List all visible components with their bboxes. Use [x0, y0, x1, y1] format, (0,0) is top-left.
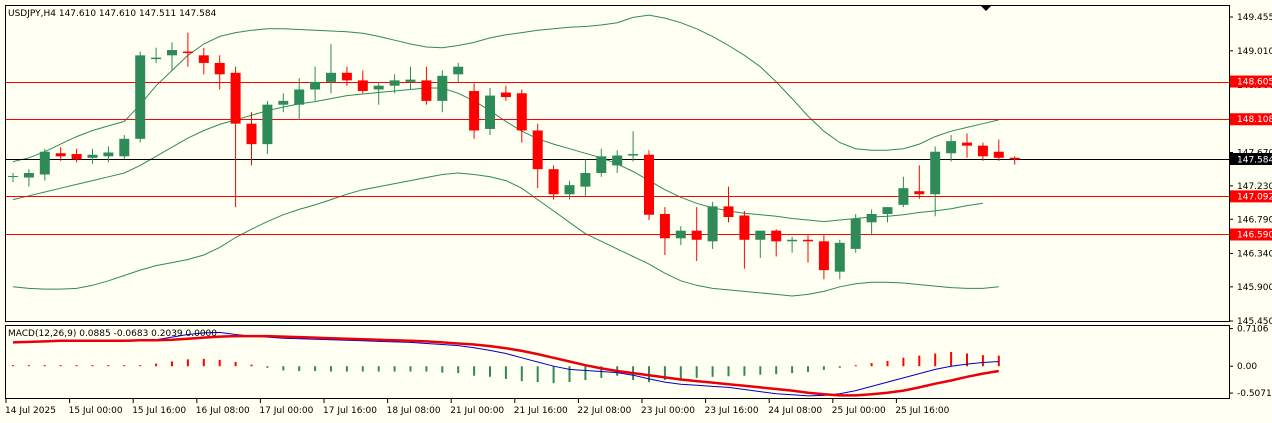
candle-body: [850, 218, 861, 249]
price-tick-label: 145.900: [1237, 283, 1272, 293]
candle-body: [580, 172, 591, 187]
time-tick-label: 22 Jul 08:00: [577, 406, 631, 416]
candle-body: [405, 79, 416, 82]
candle-body: [8, 176, 18, 178]
candle-body: [516, 93, 527, 131]
candle-body: [485, 95, 495, 129]
price-tick-label: 146.340: [1237, 249, 1272, 259]
candle-body: [723, 206, 734, 218]
candle-body: [532, 130, 543, 170]
candle-body: [214, 62, 225, 75]
candle-body: [278, 100, 289, 105]
price-tick-label: 149.455: [1237, 13, 1272, 23]
candle-body: [262, 104, 273, 145]
candle-body: [469, 91, 480, 131]
candle-body: [834, 242, 845, 272]
candle-body: [500, 92, 511, 98]
candle-body: [421, 80, 432, 101]
candle-body: [453, 66, 464, 75]
candle-body: [803, 239, 813, 242]
candle-body: [644, 154, 654, 215]
time-tick-label: 24 Jul 08:00: [768, 406, 822, 416]
candle-body: [437, 75, 448, 101]
candle-body: [23, 172, 34, 178]
macd-tick-label: 0.00: [1237, 362, 1257, 372]
price-level-label: 148.108: [1237, 115, 1272, 125]
candle-body: [389, 80, 400, 86]
candle-body: [993, 151, 1004, 158]
candle-body: [310, 81, 321, 90]
price-level-label: 147.092: [1237, 192, 1272, 202]
candle-body: [357, 80, 368, 92]
candle-body: [294, 89, 305, 105]
time-tick-label: 16 Jul 08:00: [196, 406, 250, 416]
candle-body: [739, 215, 750, 240]
current-price-label: 147.584: [1237, 156, 1272, 166]
macd-tick-label: -0.5071: [1237, 389, 1272, 399]
candle-body: [946, 141, 957, 154]
candle-body: [548, 169, 559, 195]
candle-body: [167, 50, 177, 56]
price-tick-label: 149.010: [1237, 47, 1272, 57]
candle-body: [55, 153, 66, 157]
candle-body: [962, 142, 972, 146]
candle-body: [675, 230, 686, 239]
time-tick-label: 17 Jul 00:00: [259, 406, 313, 416]
candle-body: [596, 156, 607, 173]
candle: [135, 51, 146, 143]
candle-body: [373, 85, 384, 90]
candle-body: [707, 206, 718, 242]
candle-body: [39, 151, 50, 175]
price-level-label: 146.590: [1237, 230, 1272, 240]
candle-body: [930, 151, 941, 195]
candle-body: [71, 154, 82, 160]
candle-body: [135, 55, 146, 139]
time-tick-label: 23 Jul 16:00: [705, 406, 759, 416]
candle-body: [1009, 157, 1020, 160]
time-tick-label: 15 Jul 00:00: [69, 406, 123, 416]
time-tick-label: 23 Jul 00:00: [641, 406, 695, 416]
candle-body: [818, 241, 829, 271]
time-tick-label: 25 Jul 00:00: [832, 406, 886, 416]
candle-body: [246, 123, 257, 145]
candle-body: [87, 154, 98, 158]
time-tick-label: 25 Jul 16:00: [895, 406, 949, 416]
trading-chart: 149.455149.010148.560147.670147.230146.7…: [0, 0, 1272, 423]
time-tick-label: 21 Jul 16:00: [514, 406, 568, 416]
price-level-label: 148.605: [1237, 78, 1272, 88]
time-tick-label: 14 Jul 2025: [5, 406, 56, 416]
candle-body: [628, 154, 639, 156]
macd-header: MACD(12,26,9) 0.0885 -0.0683 0.2039 0.00…: [8, 329, 217, 339]
candle-body: [612, 155, 623, 166]
candle-body: [866, 213, 877, 223]
candle-body: [326, 72, 336, 82]
candle-body: [771, 230, 782, 242]
candle-body: [691, 230, 702, 240]
candle-body: [755, 230, 766, 240]
candle-body: [914, 191, 925, 195]
chart-background: [0, 0, 1272, 423]
macd-tick-label: 0.7106: [1237, 325, 1269, 335]
candle-body: [977, 145, 988, 157]
symbol-header: USDJPY,H4 147.610 147.610 147.511 147.58…: [8, 9, 217, 19]
candle-body: [230, 72, 241, 124]
candle-body: [898, 188, 909, 205]
candle: [850, 213, 861, 253]
candle-body: [198, 55, 209, 63]
candle-body: [882, 207, 893, 214]
candle: [644, 150, 654, 221]
candle-body: [182, 51, 193, 54]
candle-body: [787, 239, 798, 242]
candle-body: [341, 72, 352, 81]
candle-body: [151, 57, 162, 60]
candle-body: [103, 152, 114, 157]
candle-body: [119, 138, 130, 157]
time-tick-label: 18 Jul 08:00: [387, 406, 441, 416]
time-tick-label: 15 Jul 16:00: [132, 406, 186, 416]
candle-body: [659, 213, 670, 239]
time-tick-label: 21 Jul 00:00: [450, 406, 504, 416]
candle-body: [564, 185, 575, 195]
time-tick-label: 17 Jul 16:00: [323, 406, 377, 416]
price-tick-label: 146.790: [1237, 215, 1272, 225]
